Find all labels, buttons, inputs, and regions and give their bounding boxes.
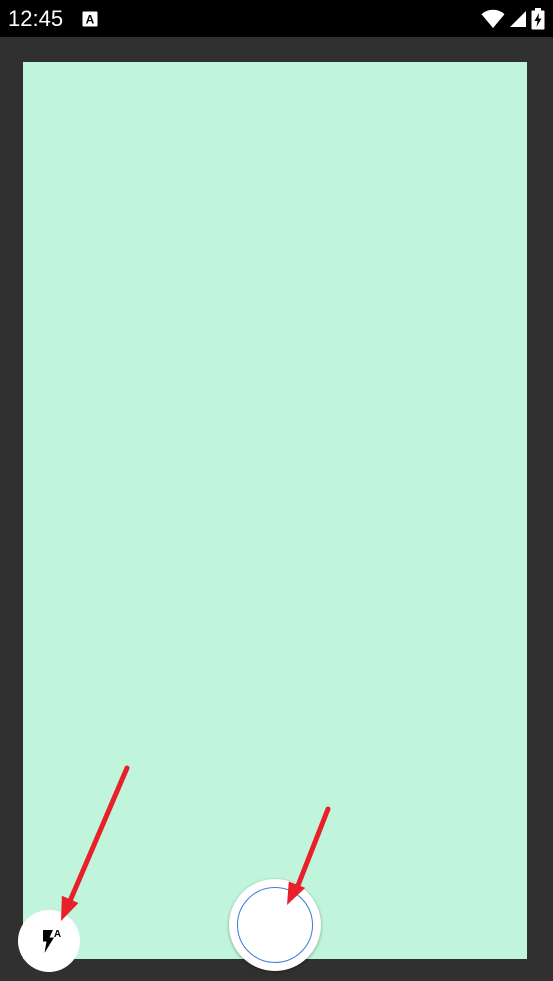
status-icons	[481, 7, 545, 31]
shutter-button[interactable]	[229, 879, 321, 971]
signal-icon	[510, 11, 526, 27]
status-time: 12:45	[8, 6, 64, 31]
flash-auto-letter: A	[54, 929, 61, 940]
wifi-icon	[481, 9, 505, 28]
svg-text:A: A	[86, 13, 95, 27]
battery-charging-icon	[531, 8, 545, 30]
camera-viewfinder[interactable]	[23, 62, 527, 959]
flash-auto-icon: A	[43, 929, 61, 953]
status-bar: 12:45 A	[0, 0, 553, 37]
notification-a-icon: A	[82, 11, 98, 27]
shutter-inner-ring	[237, 887, 313, 963]
flash-auto-button[interactable]: A	[18, 910, 80, 972]
